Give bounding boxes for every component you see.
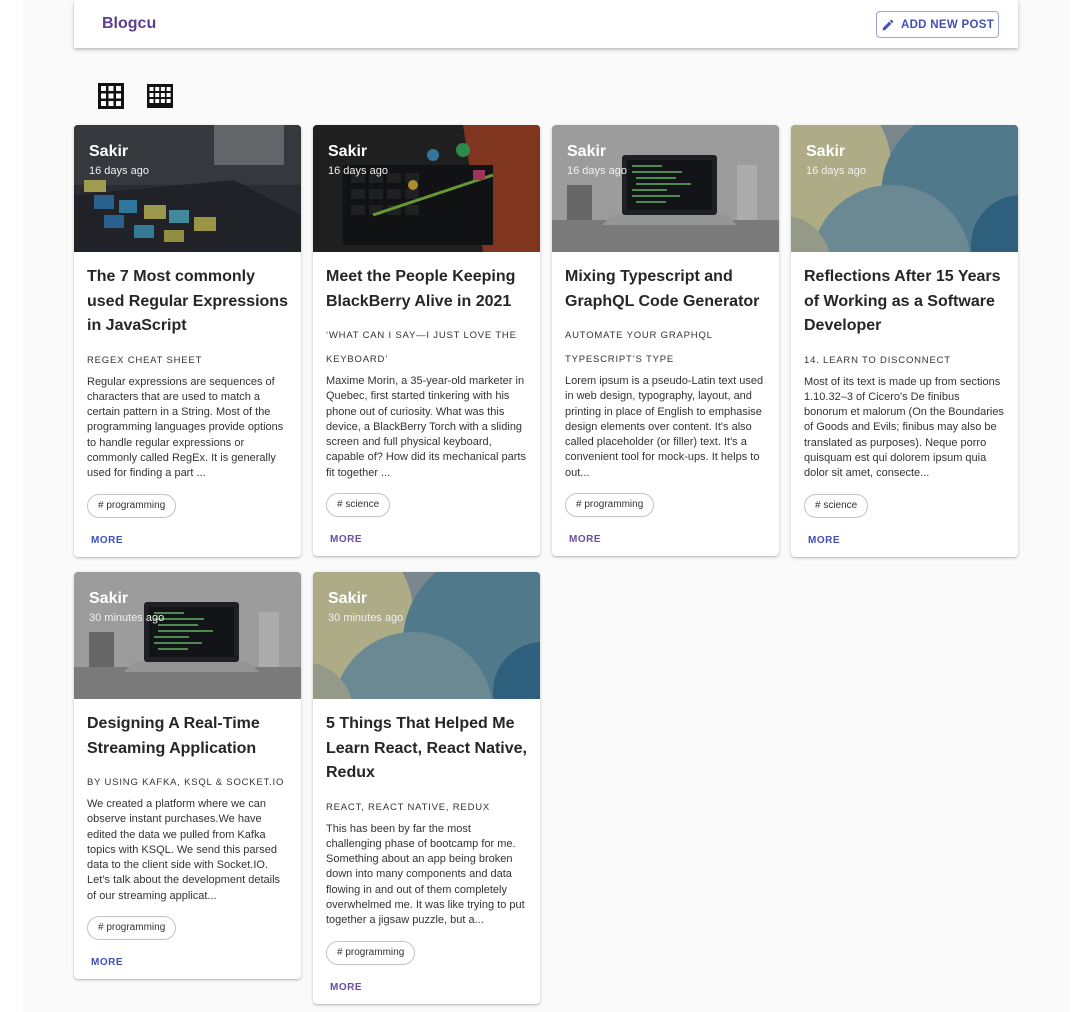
- card-time: 30 minutes ago: [328, 612, 404, 624]
- card-title[interactable]: Mixing Typescript and GraphQL Code Gener…: [565, 265, 767, 314]
- card-media[interactable]: Sakir 16 days ago: [791, 125, 1018, 252]
- post-card: Sakir 16 days ago The 7 Most commonly us…: [74, 125, 301, 557]
- card-time: 16 days ago: [328, 165, 388, 177]
- more-button[interactable]: MORE: [330, 534, 528, 545]
- more-button[interactable]: MORE: [330, 982, 528, 993]
- post-card: Sakir 16 days ago Mixing Typescript and …: [552, 125, 779, 557]
- card-excerpt: Lorem ipsum is a pseudo-Latin text used …: [565, 375, 764, 479]
- card-author: Sakir: [89, 590, 129, 607]
- card-media[interactable]: Sakir 16 days ago: [313, 125, 540, 252]
- tag-chip[interactable]: # programming: [565, 493, 655, 518]
- tag-chip[interactable]: # programming: [87, 916, 177, 941]
- grid-4x3-view-toggle[interactable]: [146, 82, 174, 110]
- card-title[interactable]: Reflections After 15 Years of Working as…: [804, 265, 1006, 339]
- card-subtitle: 14. Learn to disconnect: [804, 354, 951, 366]
- card-title[interactable]: Designing A Real-Time Streaming Applicat…: [87, 712, 289, 761]
- card-author: Sakir: [328, 143, 368, 160]
- card-excerpt: This has been by far the most challengin…: [326, 822, 525, 927]
- post-card: Sakir 16 days ago Meet the People Keepin…: [313, 125, 540, 557]
- card-media[interactable]: Sakir 16 days ago: [552, 125, 779, 252]
- card-title[interactable]: The 7 Most commonly used Regular Express…: [87, 265, 289, 339]
- card-media[interactable]: Sakir 30 minutes ago: [313, 572, 540, 699]
- post-card: Sakir 30 minutes ago 5 Things That Helpe…: [313, 572, 540, 1004]
- card-excerpt: We created a platform where we can obser…: [87, 798, 281, 902]
- tag-chip[interactable]: # science: [326, 493, 391, 518]
- card-time: 16 days ago: [89, 165, 149, 177]
- tag-chip[interactable]: # programming: [87, 493, 177, 518]
- card-subtitle: Regex Cheat Sheet: [87, 354, 203, 366]
- card-author: Sakir: [89, 143, 129, 160]
- more-button[interactable]: MORE: [91, 535, 289, 546]
- card-subtitle: React, React Native, Redux: [326, 801, 491, 813]
- tag-chip[interactable]: # programming: [326, 940, 416, 965]
- card-time: 16 days ago: [806, 165, 866, 177]
- app-bar: Blogcu ADD NEW POST: [74, 0, 1018, 48]
- card-author: Sakir: [567, 143, 607, 160]
- card-excerpt: Most of its text is made up from section…: [804, 375, 1004, 480]
- card-subtitle: Automate your GraphQL TypeScript’s type: [565, 330, 713, 365]
- card-author: Sakir: [328, 590, 368, 607]
- brand-logo[interactable]: Blogcu: [102, 15, 156, 33]
- card-time: 30 minutes ago: [89, 612, 165, 624]
- pencil-icon: [882, 19, 894, 30]
- card-media[interactable]: Sakir 16 days ago: [74, 125, 301, 252]
- card-subtitle: ‘What can I say—I just love the keyboard…: [326, 330, 517, 365]
- post-card: Sakir 30 minutes ago Designing A Real-Ti…: [74, 572, 301, 980]
- card-title[interactable]: Meet the People Keeping BlackBerry Alive…: [326, 265, 528, 314]
- more-button[interactable]: MORE: [91, 957, 289, 968]
- card-excerpt: Regular expressions are sequences of cha…: [87, 375, 284, 480]
- add-new-post-label: ADD NEW POST: [900, 18, 995, 31]
- card-author: Sakir: [806, 143, 846, 160]
- card-media[interactable]: Sakir 30 minutes ago: [74, 572, 301, 699]
- card-subtitle: By using Kafka, KSQL & Socket.io: [87, 777, 285, 788]
- grid-3x3-view-toggle[interactable]: [97, 82, 125, 110]
- card-excerpt: Maxime Morin, a 35-year-old marketer in …: [326, 375, 526, 479]
- more-button[interactable]: MORE: [808, 535, 1006, 546]
- card-time: 16 days ago: [567, 165, 627, 177]
- card-title[interactable]: 5 Things That Helped Me Learn React, Rea…: [326, 712, 528, 786]
- grid-3x3-icon: [98, 83, 124, 109]
- post-card: Sakir 16 days ago Reflections After 15 Y…: [791, 125, 1018, 557]
- more-button[interactable]: MORE: [569, 534, 767, 545]
- grid-4x3-icon: [147, 84, 173, 108]
- tag-chip[interactable]: # science: [804, 493, 869, 518]
- add-new-post-button[interactable]: ADD NEW POST: [876, 11, 999, 38]
